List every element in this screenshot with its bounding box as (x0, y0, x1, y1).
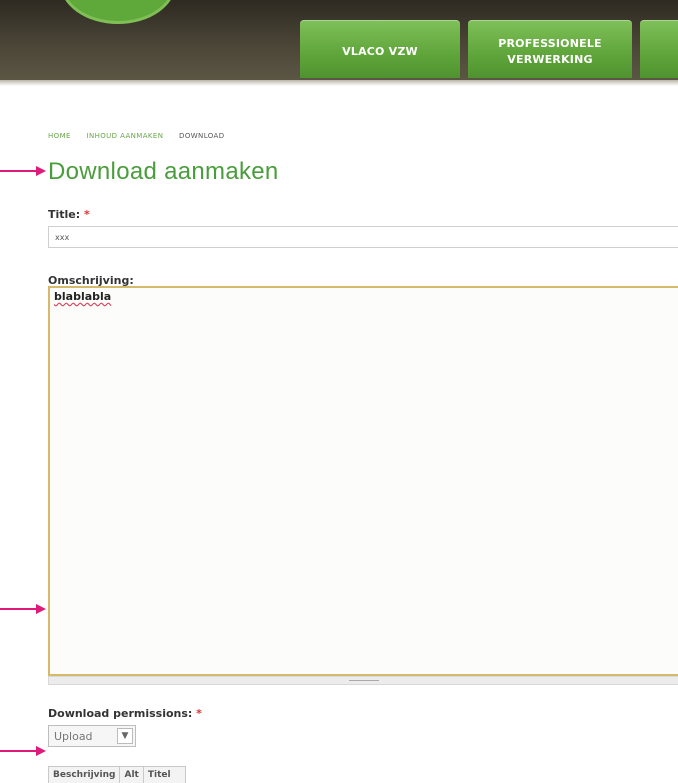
arrow-right-icon (0, 166, 46, 176)
nav-tab-label: VLACO VZW (342, 45, 418, 58)
arrow-right-icon (0, 604, 46, 614)
textarea-resize-handle[interactable] (48, 676, 678, 685)
chevron-down-icon[interactable]: ▼ (117, 728, 133, 744)
resize-grip-mark (349, 680, 379, 681)
breadcrumb: HOME INHOUD AANMAKEN DOWNLOAD (48, 132, 238, 140)
breadcrumb-current: DOWNLOAD (179, 132, 225, 140)
header-shadow (0, 80, 678, 86)
arrow-right-icon (0, 746, 46, 756)
files-table-header: Beschrijving Alt Titel (48, 766, 186, 783)
site-logo[interactable] (60, 0, 176, 24)
title-input[interactable] (48, 226, 678, 248)
site-header: VLACO VZW PROFESSIONELE VERWERKING (0, 0, 678, 80)
title-label: Title: * (48, 208, 90, 221)
breadcrumb-inhoud-aanmaken[interactable]: INHOUD AANMAKEN (86, 132, 163, 140)
column-header-beschrijving: Beschrijving (49, 767, 121, 783)
column-header-alt: Alt (120, 767, 144, 783)
title-label-text: Title: (48, 208, 81, 221)
page-title: Download aanmaken (48, 158, 279, 185)
required-marker: * (84, 208, 90, 221)
nav-tab-label: PROFESSIONELE VERWERKING (498, 37, 602, 66)
description-textarea[interactable]: blablabla (48, 286, 678, 676)
column-header-titel: Titel (147, 770, 171, 780)
breadcrumb-home[interactable]: HOME (48, 132, 71, 140)
permissions-label: Download permissions: * (48, 707, 202, 720)
nav-tab-next[interactable] (640, 20, 678, 78)
required-marker: * (196, 707, 202, 720)
permissions-select-value: Upload (54, 729, 93, 743)
permissions-select[interactable]: Upload ▼ (48, 725, 136, 747)
permissions-label-text: Download permissions: (48, 707, 193, 720)
nav-tab-vlaco[interactable]: VLACO VZW (300, 20, 460, 78)
nav-tab-professionele-verwerking[interactable]: PROFESSIONELE VERWERKING (468, 20, 632, 78)
